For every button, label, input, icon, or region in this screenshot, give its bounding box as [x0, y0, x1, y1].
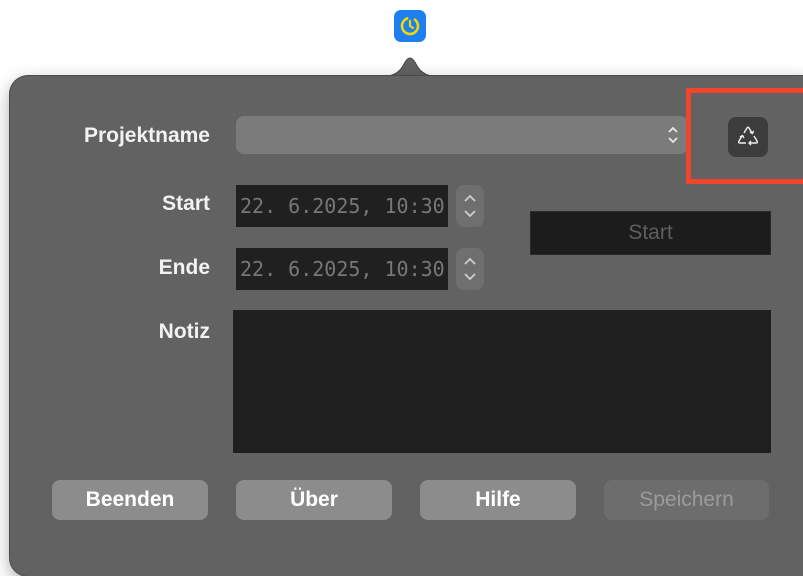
project-name-combobox[interactable] [236, 116, 688, 154]
start-datetime-field[interactable]: 22. 6.2025, 10:30 [236, 185, 448, 227]
timer-icon [400, 16, 420, 36]
about-button[interactable]: Über [236, 480, 392, 520]
end-label: Ende [158, 256, 210, 279]
end-datetime-field[interactable]: 22. 6.2025, 10:30 [236, 248, 448, 290]
stepper-arrows-icon [464, 257, 476, 281]
project-name-label: Projektname [83, 124, 210, 147]
start-label: Start [162, 192, 210, 215]
menubar-timer-icon[interactable] [394, 10, 426, 42]
help-button[interactable]: Hilfe [420, 480, 576, 520]
note-textarea[interactable] [233, 310, 771, 453]
stepper-arrows-icon [464, 194, 476, 218]
save-button[interactable]: Speichern [604, 480, 769, 520]
quit-button[interactable]: Beenden [52, 480, 208, 520]
start-button[interactable]: Start [530, 211, 771, 255]
note-label: Notiz [158, 320, 210, 343]
start-stepper[interactable] [456, 185, 484, 227]
chevron-updown-icon [668, 126, 678, 144]
end-stepper[interactable] [456, 248, 484, 290]
highlight-box [686, 88, 803, 184]
